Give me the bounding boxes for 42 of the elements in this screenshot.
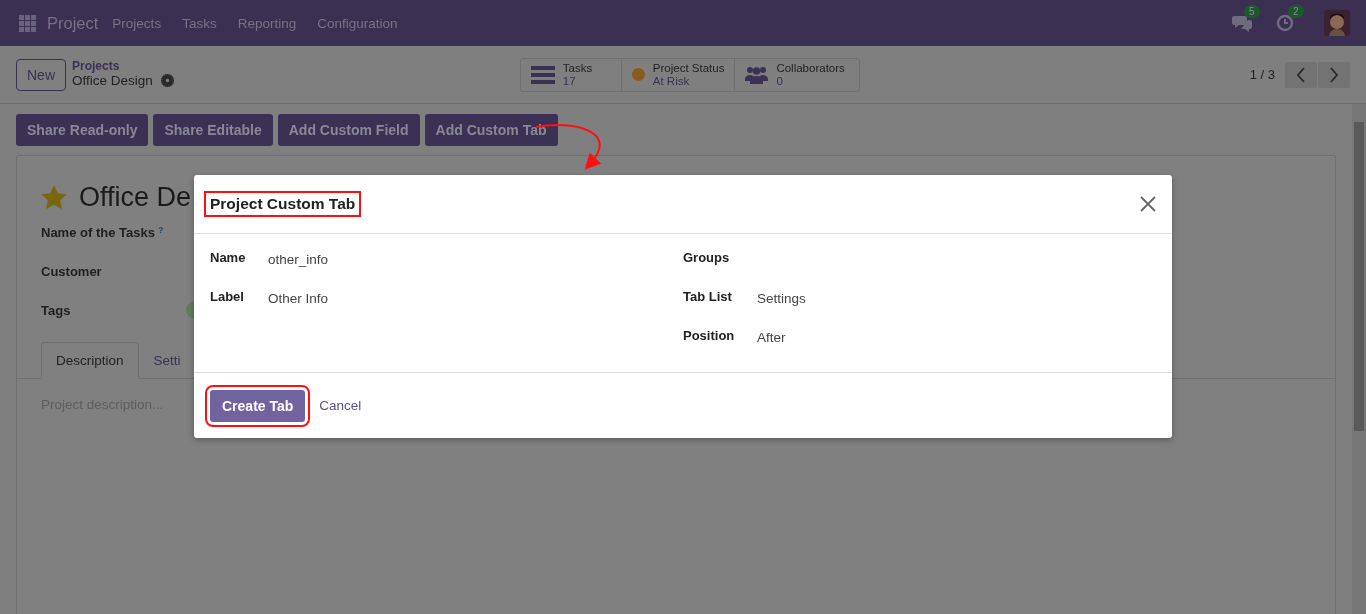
new-button[interactable]: New — [16, 58, 66, 91]
record-title: Office De — [79, 182, 192, 213]
stat-value: At Risk — [652, 74, 691, 88]
action-button[interactable]: Share Editable — [153, 114, 273, 146]
stat-value: 0 — [776, 74, 784, 88]
field-label: Tags — [41, 303, 71, 318]
field-value[interactable]: other_info — [268, 252, 329, 267]
field-label: Tab List — [683, 289, 733, 304]
form-tab[interactable]: Description — [41, 342, 139, 379]
field-label: Groups — [683, 250, 731, 265]
action-button[interactable]: Share Read-only — [16, 114, 149, 146]
field-label: Customer — [41, 264, 102, 279]
menu-item[interactable]: Projects — [112, 15, 162, 31]
record-name: Office Design — [72, 73, 153, 88]
smart-button[interactable]: Project Status At Risk — [621, 58, 736, 91]
action-button[interactable]: Add Custom Field — [277, 114, 420, 146]
form-tab[interactable]: Setti — [138, 342, 196, 379]
stat-value: 17 — [562, 74, 577, 88]
app-name[interactable]: Project — [47, 13, 99, 33]
stat-label: Tasks — [562, 61, 593, 75]
action-button[interactable]: Add Custom Tab — [424, 114, 558, 146]
field-value[interactable]: Settings — [757, 291, 806, 306]
menu-item[interactable]: Tasks — [182, 15, 217, 31]
field-label: Name of the Tasks — [41, 225, 155, 240]
smart-button[interactable]: Collaborators 0 — [735, 58, 859, 91]
cancel-link[interactable]: Cancel — [319, 398, 362, 413]
smart-button[interactable]: Tasks 17 — [520, 58, 622, 91]
stat-label: Collaborators — [776, 61, 845, 75]
field-label: Label — [210, 289, 245, 304]
stat-label: Project Status — [652, 61, 725, 75]
field-label: Position — [683, 328, 736, 343]
dialog-title: Project Custom Tab — [204, 191, 362, 217]
help-mark[interactable]: ? — [157, 225, 164, 235]
breadcrumb-link[interactable]: Projects — [72, 59, 174, 73]
menu-item[interactable]: Reporting — [237, 15, 297, 31]
field-value[interactable]: After — [757, 330, 786, 345]
field-label: Name — [210, 250, 247, 265]
menu-item[interactable]: Configuration — [317, 15, 398, 31]
activity-count-badge: 2 — [1288, 5, 1304, 18]
field-value[interactable]: Other Info — [268, 291, 329, 306]
pager-counter: 1 / 3 — [1249, 67, 1275, 82]
message-count-badge: 5 — [1244, 5, 1260, 18]
